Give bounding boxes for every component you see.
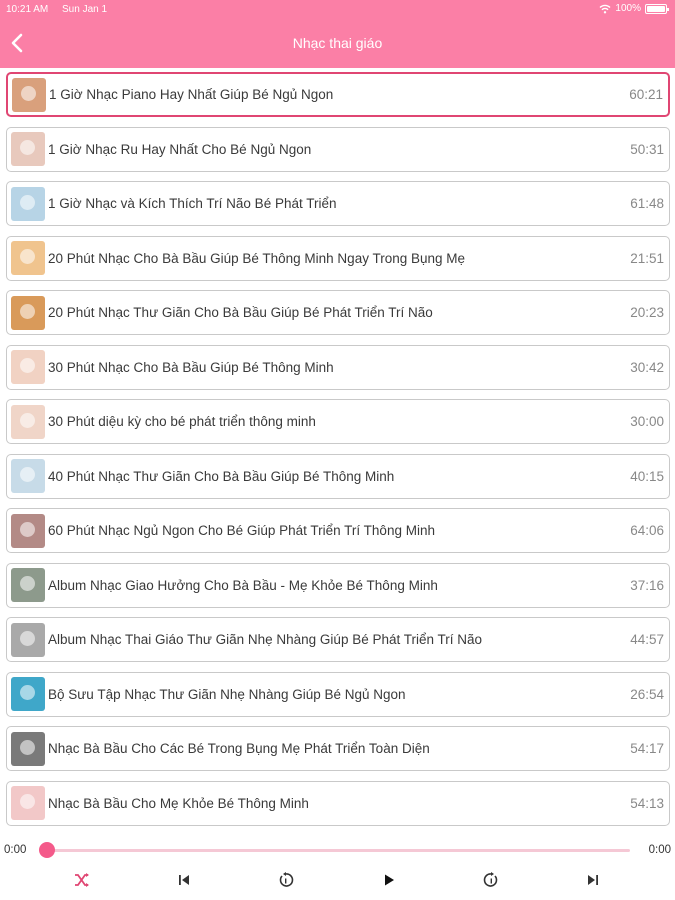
track-title: Bộ Sưu Tập Nhạc Thư Giãn Nhẹ Nhàng Giúp … [48, 686, 406, 702]
next-icon [588, 875, 598, 885]
track-duration: 50:31 [630, 141, 664, 157]
battery-percent: 100% [615, 3, 641, 14]
track-title: Nhạc Bà Bầu Cho Các Bé Trong Bụng Mẹ Phá… [48, 741, 430, 756]
track-title: 40 Phút Nhạc Thư Giãn Cho Bà Bầu Giúp Bé… [48, 468, 395, 484]
track-thumbnail [11, 404, 45, 439]
track-row[interactable]: 1 Giờ Nhạc và Kích Thích Trí Não Bé Phát… [6, 181, 670, 226]
track-thumbnail [11, 622, 45, 657]
track-thumbnail [11, 568, 45, 602]
track-duration: 54:13 [630, 795, 664, 811]
shuffle-icon [75, 873, 89, 887]
track-thumbnail [11, 731, 45, 766]
track-duration: 37:16 [630, 577, 664, 593]
track-duration: 44:57 [630, 632, 664, 647]
track-title: 1 Giờ Nhạc Piano Hay Nhất Giúp Bé Ngủ Ng… [49, 87, 334, 102]
track-thumbnail [11, 295, 45, 330]
progress-slider-thumb[interactable] [39, 842, 55, 858]
track-title: Album Nhạc Thai Giáo Thư Giãn Nhẹ Nhàng … [48, 632, 483, 647]
track-thumbnail [11, 132, 45, 166]
track-thumbnail [11, 786, 45, 820]
track-thumbnail [11, 513, 45, 548]
track-duration: 20:23 [630, 305, 664, 320]
forward-button[interactable] [479, 868, 503, 892]
track-title: 1 Giờ Nhạc Ru Hay Nhất Cho Bé Ngủ Ngon [48, 141, 312, 157]
battery-icon [645, 3, 669, 14]
track-row[interactable]: Nhạc Bà Bầu Cho Các Bé Trong Bụng Mẹ Phá… [6, 726, 670, 771]
total-time: 0:00 [648, 844, 671, 856]
page-title: Nhạc thai giáo [292, 35, 383, 51]
track-row[interactable]: 20 Phút Nhạc Thư Giãn Cho Bà Bầu Giúp Bé… [6, 290, 670, 335]
progress-slider[interactable] [40, 849, 630, 852]
track-row[interactable]: 60 Phút Nhạc Ngủ Ngon Cho Bé Giúp Phát T… [6, 508, 670, 553]
status-time: 10:21 AM [6, 4, 49, 15]
next-button[interactable] [581, 868, 605, 892]
current-time: 0:00 [4, 844, 27, 856]
track-thumbnail [11, 459, 45, 493]
player-controls [0, 868, 675, 892]
previous-button[interactable] [172, 868, 196, 892]
player-progress: 0:00 0:00 [0, 838, 675, 862]
play-icon [385, 874, 394, 886]
track-row[interactable]: 40 Phút Nhạc Thư Giãn Cho Bà Bầu Giúp Bé… [6, 453, 670, 499]
track-title: Nhạc Bà Bầu Cho Mẹ Khỏe Bé Thông Minh [48, 795, 309, 811]
track-duration: 61:48 [630, 196, 664, 211]
track-thumbnail [11, 350, 45, 384]
play-button[interactable] [377, 868, 401, 892]
track-duration: 26:54 [630, 686, 664, 702]
previous-icon [179, 875, 189, 885]
track-duration: 64:06 [630, 523, 664, 538]
track-thumbnail [11, 677, 45, 711]
track-thumbnail [11, 186, 45, 221]
track-row[interactable]: 20 Phút Nhạc Cho Bà Bầu Giúp Bé Thông Mi… [6, 235, 670, 281]
track-list: 1 Giờ Nhạc Piano Hay Nhất Giúp Bé Ngủ Ng… [6, 72, 670, 835]
app-header: 10:21 AM Sun Jan 1 100% Nhạc thai giáo [0, 0, 675, 68]
status-indicators: 100% [599, 3, 669, 14]
track-row[interactable]: Album Nhạc Giao Hưởng Cho Bà Bầu - Mẹ Kh… [6, 562, 670, 608]
wifi-icon [599, 4, 611, 13]
track-title: 20 Phút Nhạc Cho Bà Bầu Giúp Bé Thông Mi… [48, 250, 466, 266]
track-duration: 30:42 [630, 359, 664, 375]
track-row[interactable]: Album Nhạc Thai Giáo Thư Giãn Nhẹ Nhàng … [6, 617, 670, 662]
status-bar: 10:21 AM Sun Jan 1 100% [0, 0, 675, 20]
rewind-button[interactable] [274, 868, 298, 892]
status-date: Sun Jan 1 [62, 4, 108, 15]
track-duration: 30:00 [630, 414, 664, 429]
track-thumbnail [12, 77, 46, 112]
track-duration: 60:21 [629, 87, 663, 102]
track-thumbnail [11, 241, 45, 275]
track-row[interactable]: 1 Giờ Nhạc Ru Hay Nhất Cho Bé Ngủ Ngon 50… [6, 126, 670, 172]
track-title: 60 Phút Nhạc Ngủ Ngon Cho Bé Giúp Phát T… [48, 523, 435, 538]
track-row[interactable]: 30 Phút Nhạc Cho Bà Bầu Giúp Bé Thông Mi… [6, 344, 670, 390]
track-row[interactable]: Bộ Sưu Tập Nhạc Thư Giãn Nhẹ Nhàng Giúp … [6, 671, 670, 717]
track-title: 1 Giờ Nhạc và Kích Thích Trí Não Bé Phát… [48, 196, 337, 211]
track-title: 30 Phút diệu kỳ cho bé phát triển thông … [48, 414, 316, 429]
track-duration: 21:51 [630, 250, 664, 266]
forward-icon [483, 872, 498, 887]
track-title: 30 Phút Nhạc Cho Bà Bầu Giúp Bé Thông Mi… [48, 359, 334, 375]
track-title: Album Nhạc Giao Hưởng Cho Bà Bầu - Mẹ Kh… [48, 577, 438, 593]
track-duration: 40:15 [630, 468, 664, 484]
rewind-icon [279, 872, 294, 887]
track-duration: 54:17 [630, 741, 664, 756]
shuffle-button[interactable] [70, 868, 94, 892]
track-row[interactable]: 30 Phút diệu kỳ cho bé phát triển thông … [6, 399, 670, 444]
track-row[interactable]: Nhạc Bà Bầu Cho Mẹ Khỏe Bé Thông Minh 54:… [6, 780, 670, 826]
track-row[interactable]: 1 Giờ Nhạc Piano Hay Nhất Giúp Bé Ngủ Ng… [6, 72, 670, 117]
track-title: 20 Phút Nhạc Thư Giãn Cho Bà Bầu Giúp Bé… [48, 305, 433, 320]
